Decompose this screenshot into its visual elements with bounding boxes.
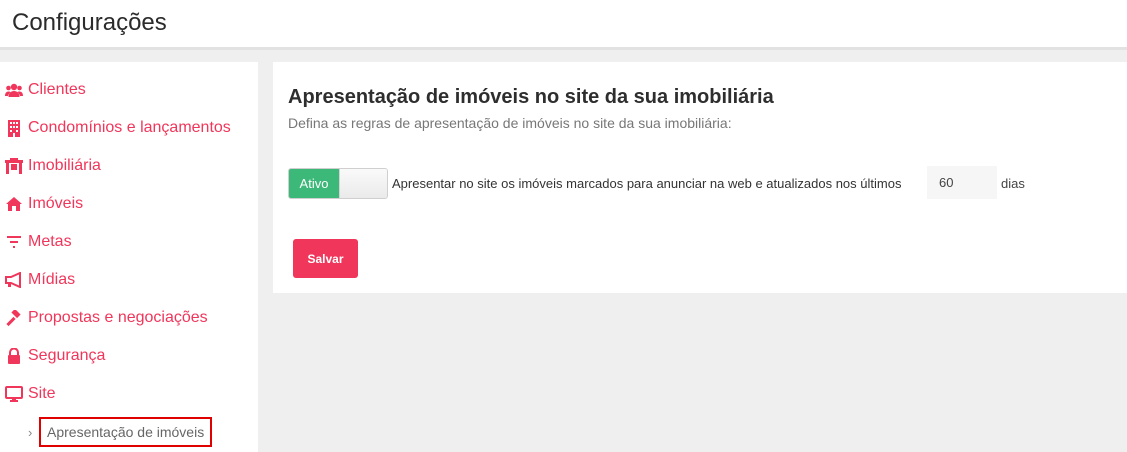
gavel-icon [5, 309, 23, 327]
sidebar-item-imoveis[interactable]: Imóveis [5, 192, 83, 216]
sidebar-subitem-label[interactable]: Apresentação de imóveis [39, 417, 213, 447]
sidebar-item-label: Site [28, 385, 56, 402]
days-input[interactable] [927, 166, 997, 199]
filter-icon [5, 233, 23, 251]
sidebar-subitem-apresentacao[interactable]: › Apresentação de imóveis [28, 417, 213, 447]
sidebar-item-site[interactable]: Site [5, 382, 56, 406]
home-icon [5, 195, 23, 213]
office-icon [5, 157, 23, 175]
sidebar-item-metas[interactable]: Metas [5, 230, 72, 254]
sidebar-item-midias[interactable]: Mídias [5, 268, 75, 292]
presentation-settings-card: Apresentação de imóveis no site da sua i… [273, 62, 1127, 293]
rule-description: Apresentar no site os imóveis marcados p… [392, 176, 902, 191]
sidebar-item-label: Imóveis [28, 195, 84, 212]
users-icon [5, 81, 23, 99]
section-subtitle: Defina as regras de apresentação de imóv… [288, 115, 732, 131]
toggle-knob [339, 169, 387, 198]
toggle-on-label: Ativo [289, 169, 339, 198]
sidebar-item-label: Propostas e negociações [28, 309, 208, 326]
active-toggle[interactable]: Ativo [288, 168, 388, 199]
sidebar-item-label: Segurança [28, 347, 106, 364]
save-button[interactable]: Salvar [293, 239, 358, 278]
megaphone-icon [5, 271, 23, 289]
sidebar-item-label: Mídias [28, 271, 76, 288]
sidebar-item-label: Imobiliária [28, 157, 101, 174]
building-icon [5, 119, 23, 137]
sidebar-item-seguranca[interactable]: Segurança [5, 344, 105, 368]
desktop-icon [5, 385, 23, 403]
section-title: Apresentação de imóveis no site da sua i… [288, 86, 774, 108]
sidebar-item-label: Condomínios e lançamentos [28, 119, 231, 136]
top-header: Configurações [0, 0, 1127, 50]
chevron-right-icon: › [28, 424, 33, 440]
sidebar-item-propostas[interactable]: Propostas e negociações [5, 306, 208, 330]
days-unit-label: dias [1001, 176, 1025, 191]
lock-icon [5, 347, 23, 365]
sidebar-item-label: Metas [28, 233, 72, 250]
sidebar-item-label: Clientes [28, 81, 86, 98]
sidebar-item-condominios[interactable]: Condomínios e lançamentos [5, 116, 231, 140]
sidebar-item-clientes[interactable]: Clientes [5, 78, 86, 102]
page-title: Configurações [12, 9, 167, 36]
settings-sidebar: Clientes Condomínios e lançamentos Imobi… [0, 62, 258, 452]
sidebar-item-imobiliaria[interactable]: Imobiliária [5, 154, 101, 178]
